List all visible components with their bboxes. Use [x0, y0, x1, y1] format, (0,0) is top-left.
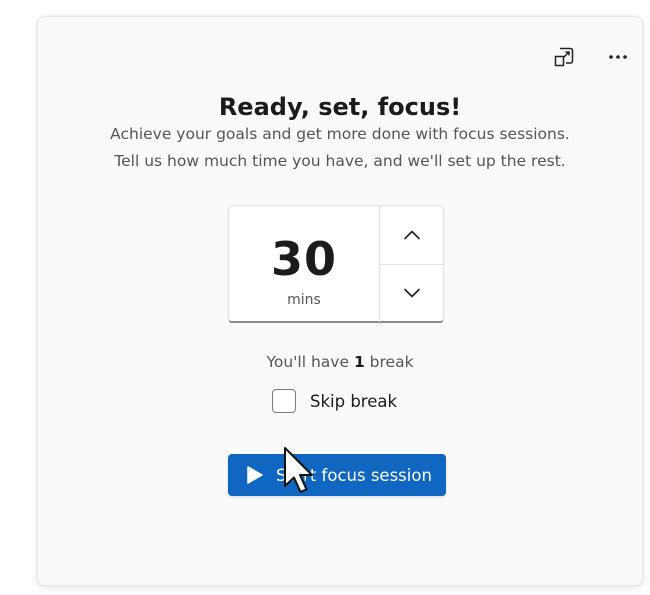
skip-break-label: Skip break [310, 391, 398, 411]
minutes-unit: mins [287, 292, 321, 308]
decrease-button[interactable] [380, 264, 444, 322]
minutes-value: 30 [270, 232, 337, 286]
stepper-buttons [379, 206, 444, 322]
chevron-down-icon [404, 288, 420, 298]
skip-break-toggle[interactable]: Skip break [272, 387, 397, 415]
increase-button[interactable] [380, 206, 444, 265]
play-icon [246, 465, 266, 485]
description-line-2: Tell us how much time you have, and we'l… [114, 152, 566, 170]
break-suffix: break [364, 353, 414, 371]
page-title: Ready, set, focus! [218, 93, 462, 121]
start-focus-session-button[interactable]: Start focus session [228, 454, 446, 496]
focus-card: Ready, set, focus! Achieve your goals an… [37, 16, 643, 586]
break-prefix: You'll have [266, 353, 354, 371]
chevron-up-icon [404, 230, 420, 240]
break-info: You'll have 1 break [38, 353, 642, 371]
pop-out-icon[interactable] [550, 43, 578, 71]
more-options-icon[interactable] [604, 43, 632, 71]
description-line-1: Achieve your goals and get more done wit… [110, 125, 570, 143]
minutes-display[interactable]: 30 mins [229, 206, 379, 322]
break-count: 1 [353, 353, 365, 371]
skip-break-checkbox[interactable] [272, 389, 296, 413]
minutes-stepper[interactable]: 30 mins [228, 205, 444, 323]
start-focus-session-label: Start focus session [276, 465, 432, 485]
